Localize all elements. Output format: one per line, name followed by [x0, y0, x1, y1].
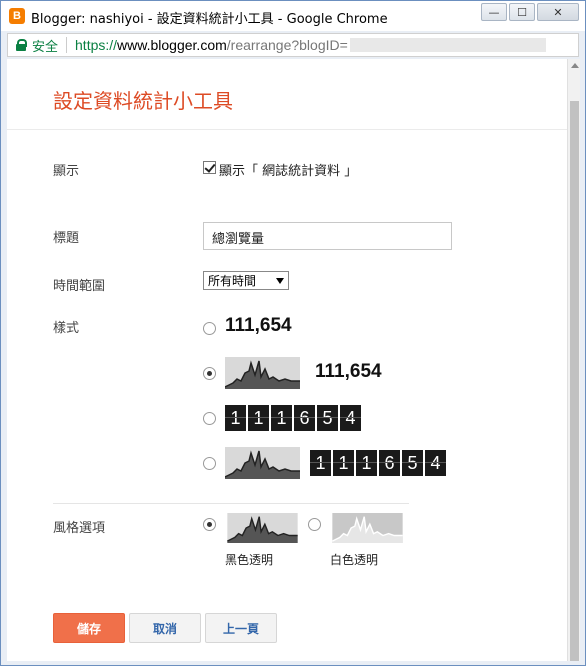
odometer-digit: 1 [248, 405, 269, 431]
style-radio-sparkline[interactable] [203, 367, 216, 380]
window-controls: — ☐ ✕ [479, 3, 579, 21]
theme-label: 風格選項 [53, 521, 106, 536]
sparkline-dark-icon [225, 357, 300, 389]
title-label: 標題 [53, 231, 80, 246]
title-input[interactable]: 總瀏覽量 [203, 222, 452, 250]
odometer-digit: 5 [402, 450, 423, 476]
odometer-display: 1 1 1 6 5 4 [225, 405, 363, 431]
section-divider [53, 503, 409, 504]
sparkline-dark-icon [227, 513, 298, 543]
time-range-label: 時間範圍 [53, 279, 106, 294]
style-radio-odometer[interactable] [203, 412, 216, 425]
style-number-plain: 111,654 [225, 315, 292, 336]
url-scheme: https:// [75, 37, 118, 53]
save-button[interactable]: 儲存 [53, 613, 125, 643]
odometer-digit: 1 [356, 450, 377, 476]
url-path: /rearrange?blogID= [226, 37, 348, 53]
theme-light-caption: 白色透明 [330, 553, 379, 567]
odometer-digit: 1 [225, 405, 246, 431]
title-bar: B Blogger: nashiyoi - 設定資料統計小工具 - Google… [1, 1, 585, 31]
window-title: Blogger: nashiyoi - 設定資料統計小工具 - Google C… [31, 12, 388, 27]
time-range-select[interactable]: 所有時間 [203, 271, 289, 290]
url-redacted [349, 38, 546, 52]
display-checkbox-label[interactable]: 顯示「 網誌統計資料 」 [219, 160, 357, 179]
odometer-digit: 1 [333, 450, 354, 476]
sparkline-light-icon [332, 513, 403, 543]
browser-window: B Blogger: nashiyoi - 設定資料統計小工具 - Google… [0, 0, 586, 666]
theme-radio-light[interactable] [308, 518, 321, 531]
blogger-icon: B [9, 8, 25, 24]
dialog-content: 設定資料統計小工具 顯示 顯示「 網誌統計資料 」 標題 總瀏覽量 時間範圍 所… [7, 59, 567, 661]
odometer-digit: 4 [340, 405, 361, 431]
odometer-digit: 1 [310, 450, 331, 476]
minimize-button[interactable]: — [481, 3, 507, 21]
theme-dark-caption: 黑色透明 [225, 553, 274, 567]
address-separator [66, 37, 68, 53]
theme-radio-dark[interactable] [203, 518, 216, 531]
scroll-thumb[interactable] [570, 101, 579, 661]
maximize-button[interactable]: ☐ [509, 3, 535, 21]
back-button[interactable]: 上一頁 [205, 613, 277, 643]
page-title: 設定資料統計小工具 [53, 89, 233, 113]
vertical-scrollbar[interactable] [567, 59, 580, 661]
close-button[interactable]: ✕ [537, 3, 579, 21]
scroll-up-icon[interactable] [571, 63, 579, 68]
time-range-value: 所有時間 [208, 274, 257, 288]
odometer-display: 1 1 1 6 5 4 [310, 450, 448, 476]
url-host: www.blogger.com [117, 37, 227, 53]
sparkline-dark-icon [225, 447, 300, 479]
style-radio-plain[interactable] [203, 322, 216, 335]
odometer-digit: 4 [425, 450, 446, 476]
style-number-sparkline: 111,654 [315, 361, 382, 382]
odometer-digit: 6 [379, 450, 400, 476]
secure-label: 安全 [32, 39, 59, 55]
chevron-down-icon [276, 277, 284, 284]
display-checkbox[interactable] [203, 161, 216, 174]
address-bar[interactable]: 安全 https:// www.blogger.com /rearrange?b… [7, 33, 579, 57]
cancel-button[interactable]: 取消 [129, 613, 201, 643]
style-radio-sparkline-odometer[interactable] [203, 457, 216, 470]
odometer-digit: 6 [294, 405, 315, 431]
title-divider [7, 129, 567, 130]
odometer-digit: 5 [317, 405, 338, 431]
display-label: 顯示 [53, 164, 80, 179]
lock-icon [16, 39, 27, 51]
style-label: 樣式 [53, 321, 80, 336]
odometer-digit: 1 [271, 405, 292, 431]
